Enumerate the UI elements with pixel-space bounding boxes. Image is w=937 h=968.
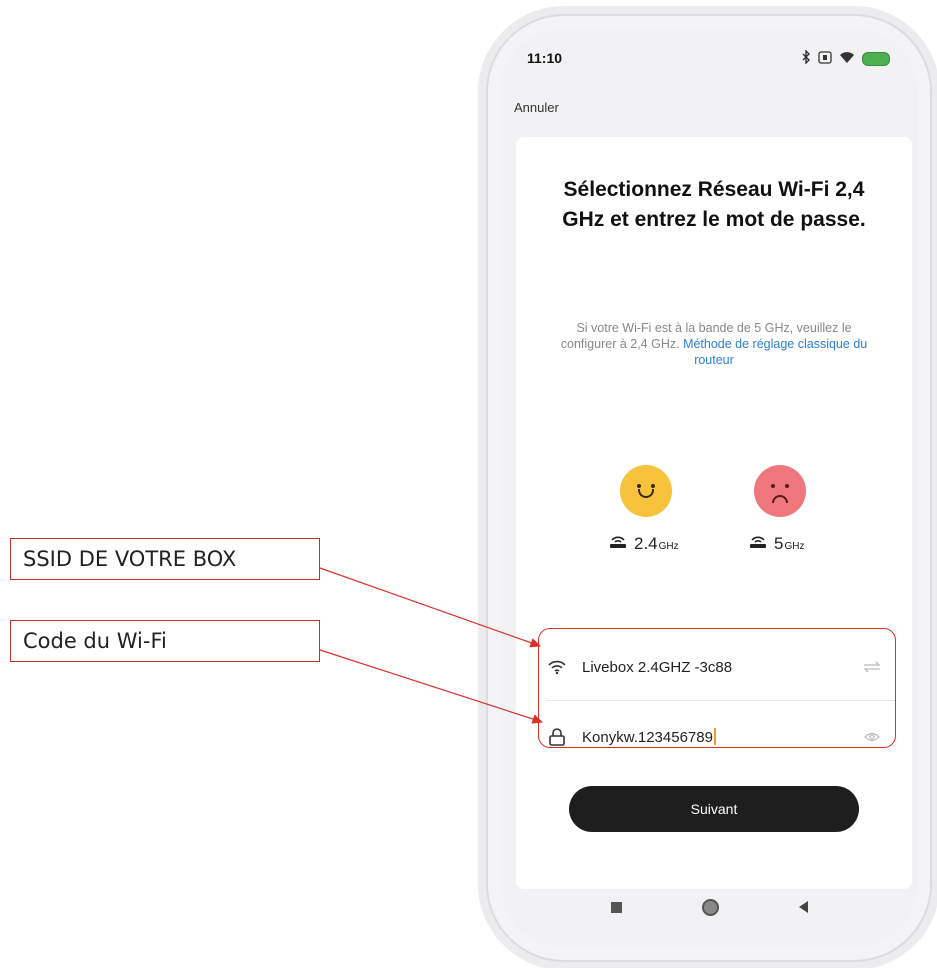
ssid-arrow xyxy=(319,567,542,648)
callout-arrows xyxy=(319,567,544,724)
password-arrow xyxy=(319,649,544,724)
